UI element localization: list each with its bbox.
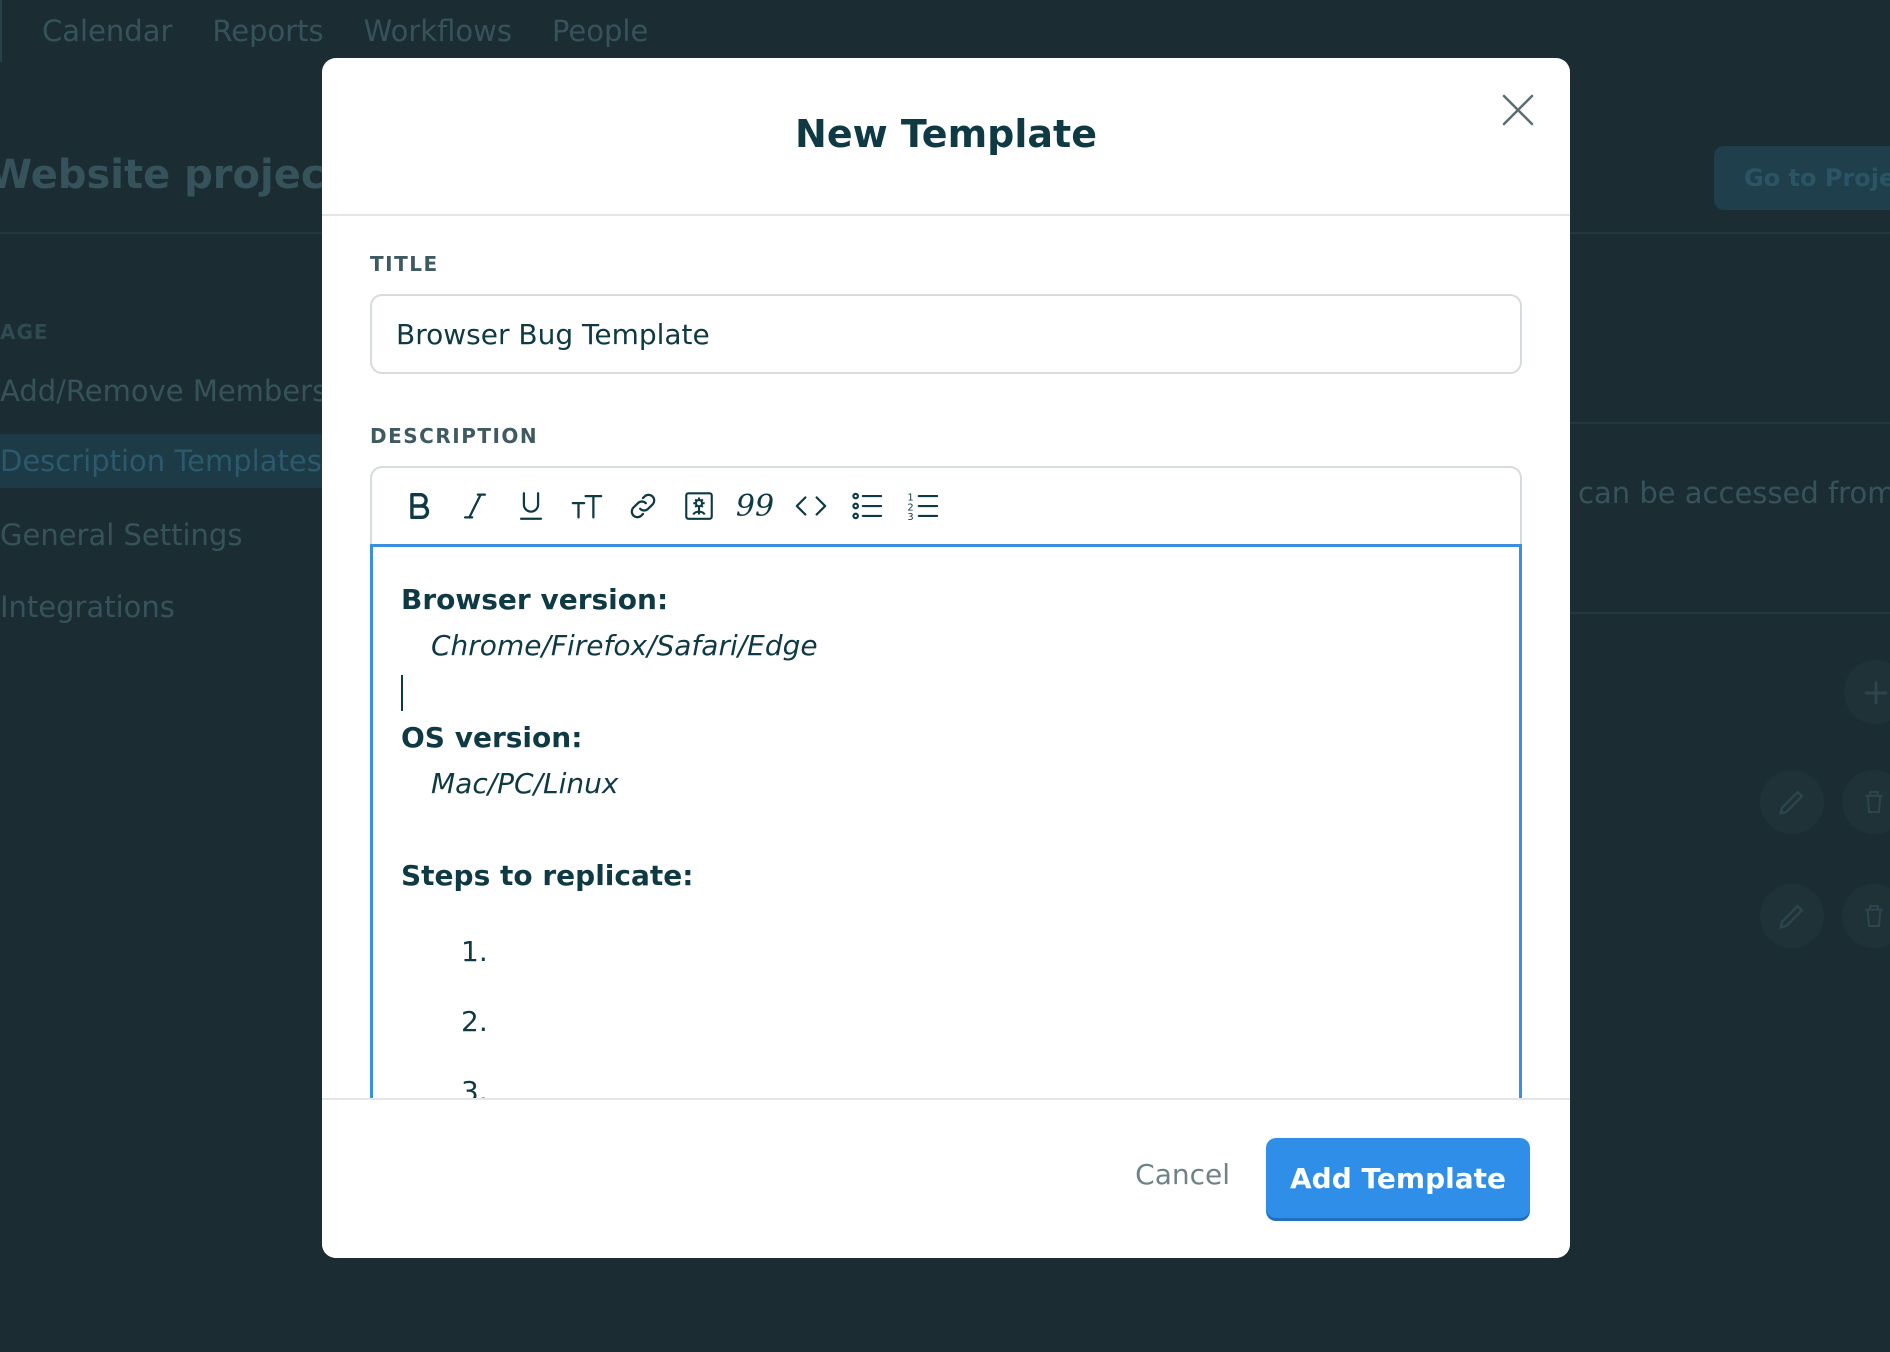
nav-divider xyxy=(0,0,2,62)
add-icon[interactable]: + xyxy=(1844,660,1890,724)
cancel-button[interactable]: Cancel xyxy=(1135,1158,1230,1191)
steps-heading: Steps to replicate: xyxy=(401,859,694,892)
title-input[interactable] xyxy=(370,294,1522,374)
list-item: 1. xyxy=(461,935,488,968)
templates-description-text: can be accessed from xyxy=(1578,476,1890,510)
project-title: Website project xyxy=(0,152,344,198)
top-nav: Calendar Reports Workflows People xyxy=(42,14,648,48)
os-version-value: Mac/PC/Linux xyxy=(431,767,619,800)
os-version-heading: OS version: xyxy=(401,721,583,754)
menu-item-add-remove-members[interactable]: Add/Remove Members xyxy=(0,374,327,408)
editor-content[interactable]: Browser version: Chrome/Firefox/Safari/E… xyxy=(370,544,1522,1166)
content-divider xyxy=(1570,612,1890,614)
text-cursor-line xyxy=(401,669,1491,715)
edit-icon[interactable] xyxy=(1760,770,1824,834)
delete-icon[interactable] xyxy=(1842,770,1890,834)
close-icon[interactable] xyxy=(1494,86,1542,134)
italic-icon[interactable] xyxy=(454,485,496,527)
content-divider xyxy=(1570,422,1890,424)
new-template-modal: New Template TITLE DESCRIPTION xyxy=(322,58,1570,1258)
text-caret xyxy=(401,675,403,711)
bullet-list-icon[interactable] xyxy=(846,485,888,527)
description-label: DESCRIPTION xyxy=(370,424,539,448)
delete-icon[interactable] xyxy=(1842,884,1890,948)
menu-item-integrations[interactable]: Integrations xyxy=(0,590,175,624)
nav-calendar[interactable]: Calendar xyxy=(42,14,172,48)
browser-version-heading: Browser version: xyxy=(401,583,669,616)
bold-icon[interactable] xyxy=(398,485,440,527)
numbered-list-icon[interactable]: 123 xyxy=(902,485,944,527)
browser-version-value: Chrome/Firefox/Safari/Edge xyxy=(431,629,818,662)
add-template-button[interactable]: Add Template xyxy=(1266,1138,1530,1218)
modal-title: New Template xyxy=(795,112,1097,156)
nav-people[interactable]: People xyxy=(552,14,648,48)
editor-toolbar: 99 123 xyxy=(370,466,1522,544)
nav-reports[interactable]: Reports xyxy=(212,14,323,48)
modal-header: New Template xyxy=(322,58,1570,216)
title-label: TITLE xyxy=(370,252,439,276)
settings-section-label: AGE xyxy=(0,320,49,344)
empty-line xyxy=(401,807,1491,853)
menu-item-general-settings[interactable]: General Settings xyxy=(0,518,242,552)
link-icon[interactable] xyxy=(622,485,664,527)
menu-item-description-templates[interactable]: Description Templates xyxy=(0,434,330,488)
quote-icon[interactable]: 99 xyxy=(734,485,776,527)
image-icon[interactable] xyxy=(678,485,720,527)
underline-icon[interactable] xyxy=(510,485,552,527)
list-item: 2. xyxy=(461,1005,488,1038)
description-editor: 99 123 Browser version: Chrome/Firefox/S… xyxy=(370,466,1522,1166)
go-to-project-button[interactable]: Go to Project xyxy=(1714,146,1890,210)
svg-text:3: 3 xyxy=(907,512,913,523)
text-size-icon[interactable] xyxy=(566,485,608,527)
code-icon[interactable] xyxy=(790,485,832,527)
edit-icon[interactable] xyxy=(1760,884,1824,948)
nav-workflows[interactable]: Workflows xyxy=(364,14,512,48)
modal-footer: Cancel Add Template xyxy=(322,1098,1570,1258)
